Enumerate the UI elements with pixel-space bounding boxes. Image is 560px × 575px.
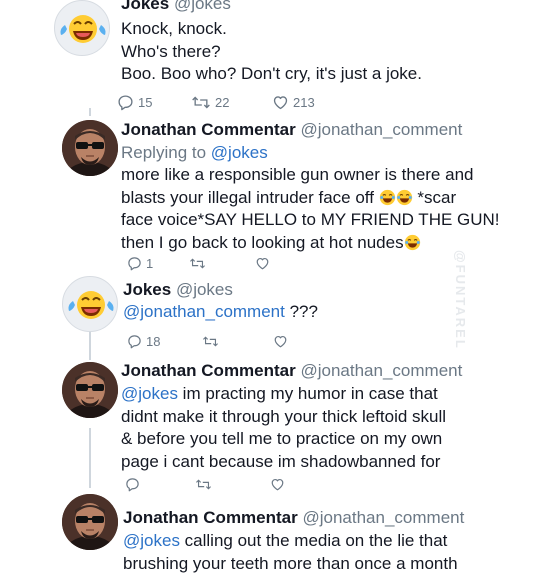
text-line: & before you tell me to practice on my o…	[121, 428, 446, 451]
heart-icon	[273, 334, 288, 349]
retweet-count: 22	[215, 95, 229, 110]
profile-photo-icon	[62, 494, 118, 550]
retweet-button[interactable]: 22	[191, 94, 229, 111]
text-line: Boo. Boo who? Don't cry, it's just a jok…	[121, 63, 422, 86]
reply-icon	[127, 334, 142, 349]
author-name[interactable]: Jonathan Commentar	[121, 361, 296, 380]
laughing-face-icon	[55, 1, 110, 56]
tweet-text: Knock, knock. Who's there? Boo. Boo who?…	[121, 18, 422, 86]
watermark: @FUNTAREL	[453, 250, 468, 350]
reply-count: 1	[146, 256, 153, 271]
text-line: Who's there?	[121, 41, 422, 64]
retweet-button[interactable]	[202, 334, 219, 349]
replying-to: Replying to @jokes	[121, 142, 268, 165]
reply-button[interactable]: 18	[127, 334, 160, 349]
tweet[interactable]: Jonathan Commentar @jonathan_comment @jo…	[0, 490, 560, 560]
action-bar: 1	[127, 256, 427, 274]
laughing-emoji-icon	[396, 189, 413, 206]
like-button[interactable]: 213	[272, 94, 315, 111]
laughing-face-icon	[63, 277, 118, 332]
avatar[interactable]	[62, 494, 118, 550]
text-line: blasts your illegal intruder face off *s…	[121, 187, 500, 210]
retweet-button[interactable]	[189, 256, 206, 271]
text-line: Knock, knock.	[121, 18, 422, 41]
profile-photo-icon	[62, 362, 118, 418]
tweet[interactable]: Jonathan Commentar @jonathan_comment Rep…	[0, 116, 560, 274]
like-count: 213	[293, 95, 315, 110]
like-button[interactable]	[255, 256, 270, 271]
tweet-text: @jokes im practing my humor in case that…	[121, 383, 446, 473]
tweet-text: @jonathan_comment ???	[123, 301, 318, 324]
avatar[interactable]	[62, 120, 118, 176]
tweet-header: Jonathan Commentar @jonathan_comment	[121, 361, 462, 381]
tweet[interactable]: Jonathan Commentar @jonathan_comment @jo…	[0, 358, 560, 488]
reply-button[interactable]: 1	[127, 256, 153, 271]
text-segment: calling out the media on the lie that	[180, 531, 447, 550]
action-bar: 18	[127, 334, 427, 352]
mention-link[interactable]: @jokes	[211, 143, 268, 162]
laughing-emoji-icon	[404, 234, 421, 251]
mention-link[interactable]: @jonathan_comment	[123, 302, 285, 321]
author-handle[interactable]: @jokes	[174, 0, 231, 13]
retweet-icon	[202, 334, 219, 349]
tweet-text: @jokes calling out the media on the lie …	[123, 530, 458, 575]
author-name[interactable]: Jonathan Commentar	[123, 508, 298, 527]
text-segment: then I go back to looking at hot nudes	[121, 233, 404, 252]
mention-link[interactable]: @jokes	[121, 384, 178, 403]
author-name[interactable]: Jonathan Commentar	[121, 120, 296, 139]
tweet[interactable]: Jokes @jokes @jonathan_comment ??? 18	[0, 276, 560, 356]
text-line: didnt make it through your thick leftoid…	[121, 406, 446, 429]
author-name[interactable]: Jokes	[123, 280, 171, 299]
text-line: more like a responsible gun owner is the…	[121, 164, 500, 187]
retweet-icon	[191, 94, 211, 111]
replying-prefix: Replying to	[121, 143, 211, 162]
tweet-header: Jonathan Commentar @jonathan_comment	[123, 508, 464, 528]
heart-icon	[272, 94, 289, 111]
avatar[interactable]	[62, 362, 118, 418]
text-segment: im practing my humor in case that	[178, 384, 438, 403]
mention-link[interactable]: @jokes	[123, 531, 180, 550]
retweet-icon	[189, 256, 206, 271]
text-line: @jokes im practing my humor in case that	[121, 383, 446, 406]
avatar[interactable]	[62, 276, 118, 332]
author-handle[interactable]: @jonathan_comment	[300, 120, 462, 139]
reply-icon	[117, 94, 134, 111]
text-line: @jokes calling out the media on the lie …	[123, 530, 458, 553]
tweet-header: Jokes @jokes	[121, 0, 231, 14]
reply-icon	[127, 256, 142, 271]
author-handle[interactable]: @jokes	[176, 280, 233, 299]
like-button[interactable]	[273, 334, 288, 349]
heart-icon	[255, 256, 270, 271]
laughing-emoji-icon	[379, 189, 396, 206]
profile-photo-icon	[62, 120, 118, 176]
tweet[interactable]: Jokes @jokes Knock, knock. Who's there? …	[0, 0, 560, 115]
action-bar: 15 22 213	[117, 94, 417, 112]
tweet-header: Jokes @jokes	[123, 280, 233, 300]
text-segment: ???	[285, 302, 318, 321]
text-line: page i cant because im shadowbanned for	[121, 451, 446, 474]
reply-count: 18	[146, 334, 160, 349]
text-segment: blasts your illegal intruder face off	[121, 188, 374, 207]
reply-count: 15	[138, 95, 152, 110]
tweet-header: Jonathan Commentar @jonathan_comment	[121, 120, 462, 140]
tweet-text: more like a responsible gun owner is the…	[121, 164, 500, 254]
text-line: brushing your teeth more than once a mon…	[123, 553, 458, 575]
text-segment: *scar	[417, 188, 456, 207]
author-handle[interactable]: @jonathan_comment	[300, 361, 462, 380]
author-handle[interactable]: @jonathan_comment	[302, 508, 464, 527]
text-line: then I go back to looking at hot nudes	[121, 232, 500, 255]
avatar[interactable]	[54, 0, 110, 56]
reply-button[interactable]: 15	[117, 94, 152, 111]
author-name[interactable]: Jokes	[121, 0, 169, 13]
text-line: face voice*SAY HELLO to MY FRIEND THE GU…	[121, 209, 500, 232]
